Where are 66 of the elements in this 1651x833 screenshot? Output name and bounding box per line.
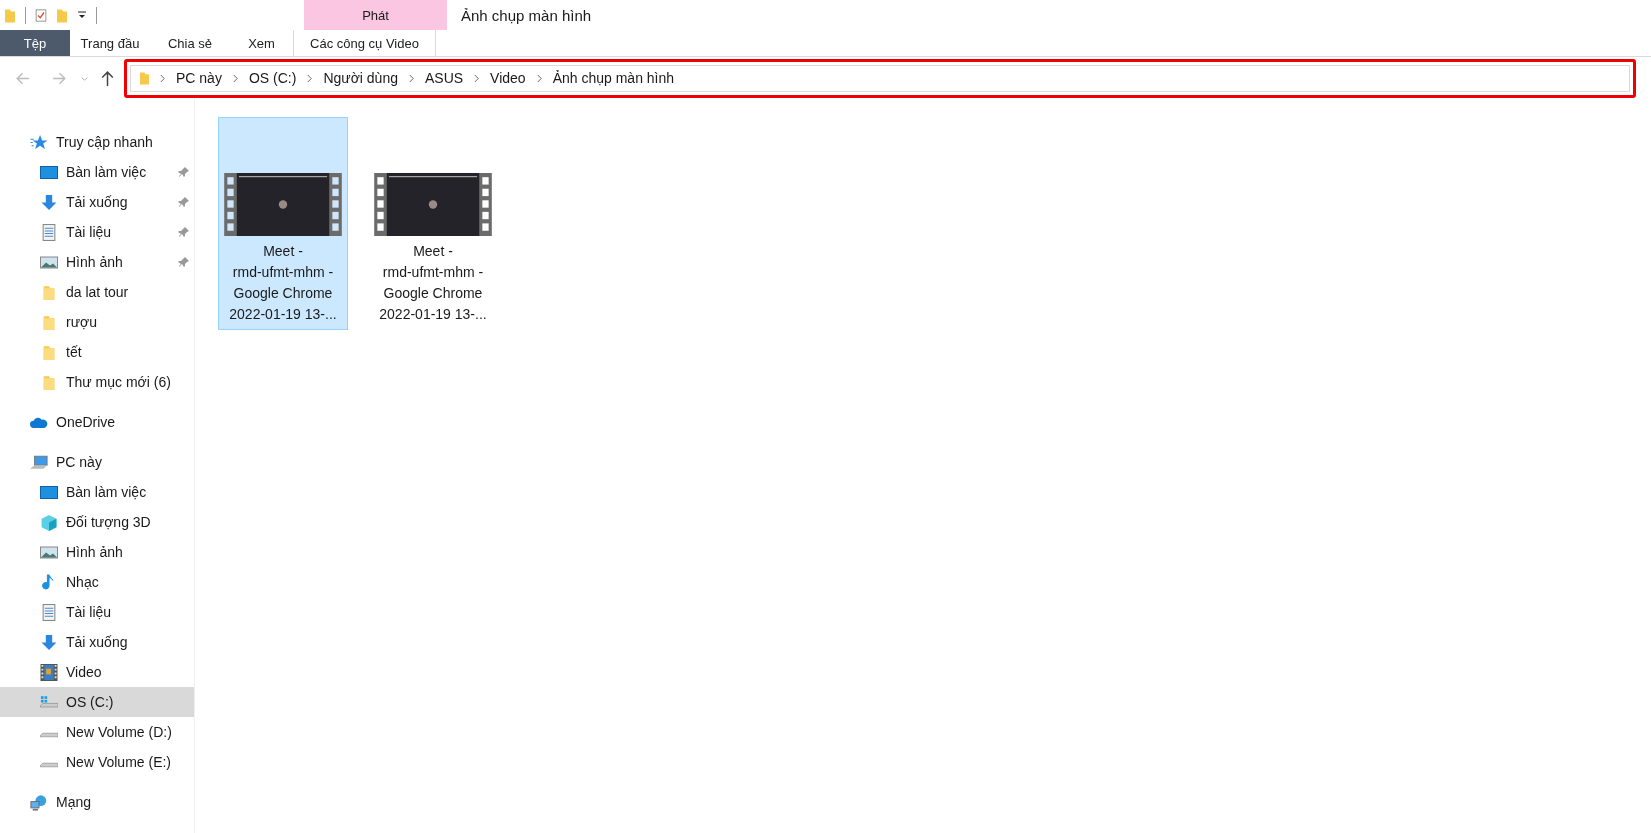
nav-item[interactable]: Hình ảnh	[0, 247, 194, 277]
nav-item[interactable]: tết	[0, 337, 194, 367]
breadcrumb-item[interactable]: ASUS	[423, 70, 465, 86]
file-name: Meet - rmd-ufmt-mhm - Google Chrome 2022-01-19 13-...	[379, 242, 487, 324]
file-tile[interactable]: Meet - rmd-ufmt-mhm - Google Chrome 2022-01-19 13-...	[218, 117, 348, 330]
chevron-right-icon[interactable]	[407, 73, 415, 83]
film-strip-icon	[40, 663, 58, 681]
folder-icon	[139, 70, 150, 86]
nav-item[interactable]: Đối tượng 3D	[0, 507, 194, 537]
chevron-right-icon[interactable]	[535, 73, 543, 83]
nav-item[interactable]: Truy cập nhanh	[0, 127, 194, 157]
ribbon-tab[interactable]: Xem	[230, 30, 293, 56]
picture-icon	[40, 543, 58, 561]
address-bar[interactable]: PC này OS (C:) Người dùng ASUS Video Ảnh chụp màn hình	[130, 64, 1630, 92]
nav-item[interactable]: New Volume (E:)	[0, 747, 194, 777]
system-drive-icon	[40, 693, 58, 711]
nav-item[interactable]: OneDrive	[0, 407, 194, 437]
nav-item[interactable]: Video	[0, 657, 194, 687]
window-title: Ảnh chụp màn hình	[460, 5, 592, 26]
breadcrumb-item[interactable]: OS (C:)	[247, 70, 298, 86]
nav-item[interactable]: Nhạc	[0, 567, 194, 597]
nav-item[interactable]: rượu	[0, 307, 194, 337]
up-arrow-icon[interactable]	[99, 69, 116, 87]
network-icon	[30, 793, 48, 811]
down-arrow-icon	[40, 193, 58, 211]
desktop-icon	[40, 483, 58, 501]
ribbon-tab[interactable]: Các công cụ Video	[293, 30, 436, 56]
nav-item[interactable]: Tải xuống	[0, 187, 194, 217]
nav-item[interactable]: da lat tour	[0, 277, 194, 307]
context-tab-header: Phát	[304, 0, 447, 30]
dropdown-icon[interactable]	[77, 10, 87, 20]
picture-icon	[40, 253, 58, 271]
chevron-right-icon[interactable]	[473, 73, 481, 83]
drive-icon	[40, 732, 58, 738]
breadcrumb-item[interactable]: PC này	[175, 70, 223, 86]
ribbon-tab[interactable]: Trang đầu	[70, 30, 150, 56]
nav-item[interactable]: PC này	[0, 447, 194, 477]
nav-item[interactable]: Thư mục mới (6)	[0, 367, 194, 397]
file-tab[interactable]: Tệp	[0, 30, 70, 56]
chevron-right-icon[interactable]	[231, 73, 239, 83]
nav-item[interactable]: Mạng	[0, 787, 194, 817]
document-icon	[40, 603, 58, 621]
file-tile[interactable]: Meet - rmd-ufmt-mhm - Google Chrome 2022-01-19 13-...	[368, 117, 498, 330]
ribbon-tab[interactable]: Chia sẻ	[150, 30, 230, 56]
drive-icon	[40, 762, 58, 768]
nav-item[interactable]: Tải xuống	[0, 627, 194, 657]
nav-item[interactable]: New Volume (D:)	[0, 717, 194, 747]
nav-item[interactable]: Tài liệu	[0, 217, 194, 247]
file-name: Meet - rmd-ufmt-mhm - Google Chrome 2022-01-19 13-...	[229, 242, 337, 324]
nav-item[interactable]: Bàn làm việc	[0, 477, 194, 507]
down-arrow-icon	[40, 633, 58, 651]
nav-item[interactable]: Hình ảnh	[0, 537, 194, 567]
desktop-icon	[40, 163, 58, 181]
nav-item[interactable]: Tài liệu	[0, 597, 194, 627]
nav-item[interactable]: OS (C:)	[0, 687, 194, 717]
cube-icon	[40, 513, 58, 531]
chevron-right-icon[interactable]	[306, 73, 314, 83]
star-icon	[30, 133, 48, 151]
breadcrumb-item[interactable]: Ảnh chụp màn hình	[551, 70, 676, 86]
nav-item[interactable]: Bàn làm việc	[0, 157, 194, 187]
breadcrumb-item[interactable]: Video	[489, 70, 527, 86]
chevron-right-icon[interactable]	[159, 73, 166, 83]
computer-icon	[30, 453, 48, 471]
breadcrumb-item[interactable]: Người dùng	[322, 70, 399, 86]
document-icon	[40, 223, 58, 241]
checklist-icon[interactable]	[35, 6, 47, 24]
